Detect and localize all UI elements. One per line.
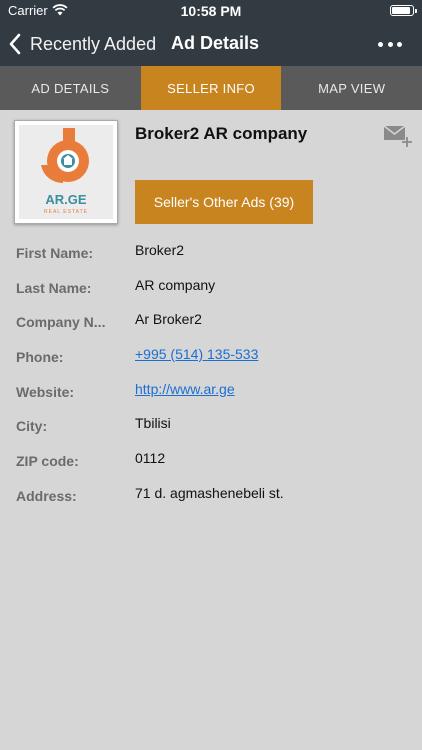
tab-seller-info[interactable]: SELLER INFO xyxy=(140,66,282,110)
field-zip-code: ZIP code: 0112 xyxy=(0,445,422,479)
dot-icon xyxy=(378,41,383,47)
logo-brand-text: AR.GE xyxy=(45,192,87,207)
logo-background: AR.GE REAL ESTATE xyxy=(19,125,113,219)
field-label: First Name: xyxy=(16,245,94,261)
field-city: City: Tbilisi xyxy=(0,410,422,444)
tab-label: MAP VIEW xyxy=(318,80,386,96)
more-options-button[interactable] xyxy=(378,34,402,54)
field-address: Address: 71 d. agmashenebeli st. xyxy=(0,480,422,514)
navigation-bar: Recently Added Ad Details xyxy=(0,24,422,64)
status-time: 10:58 PM xyxy=(180,3,242,19)
seller-logo-image: AR.GE REAL ESTATE xyxy=(41,128,89,215)
tab-label: AD DETAILS xyxy=(31,80,110,96)
tab-ad-details[interactable]: AD DETAILS xyxy=(0,66,141,110)
field-label: City: xyxy=(16,418,48,434)
back-label: Recently Added xyxy=(30,33,157,54)
field-value: 71 d. agmashenebeli st. xyxy=(135,485,284,501)
field-phone: Phone: +995 (514) 135-533 xyxy=(0,341,422,375)
mail-add-icon[interactable] xyxy=(383,124,413,148)
back-button[interactable]: Recently Added xyxy=(8,24,156,64)
page-title: Ad Details xyxy=(171,33,260,53)
seller-other-ads-button[interactable]: Seller's Other Ads (39) xyxy=(135,180,313,224)
field-value: 0112 xyxy=(135,450,166,466)
other-ads-label: Seller's Other Ads (39) xyxy=(153,194,295,210)
top-bar: Carrier 10:58 PM Recently Added Ad Detai… xyxy=(0,0,422,66)
dot-icon xyxy=(387,41,393,47)
website-link[interactable]: http://www.ar.ge xyxy=(135,381,235,397)
field-label: Phone: xyxy=(16,349,64,365)
field-value: Broker2 xyxy=(135,242,185,258)
phone-link[interactable]: +995 (514) 135-533 xyxy=(135,346,258,362)
field-value: Tbilisi xyxy=(135,415,171,431)
battery-icon xyxy=(390,5,417,16)
field-label: Company N... xyxy=(16,314,106,330)
tab-label: SELLER INFO xyxy=(167,80,255,96)
field-label: Last Name: xyxy=(16,280,92,296)
field-label: ZIP code: xyxy=(16,453,79,469)
field-first-name: First Name: Broker2 xyxy=(0,237,422,271)
tab-bar: AD DETAILS SELLER INFO MAP VIEW xyxy=(0,66,422,110)
seller-name: Broker2 AR company xyxy=(135,124,308,143)
field-website: Website: http://www.ar.ge xyxy=(0,376,422,410)
field-value: Ar Broker2 xyxy=(135,311,202,327)
dot-icon xyxy=(397,41,402,47)
status-bar: Carrier 10:58 PM xyxy=(0,0,422,22)
field-label: Address: xyxy=(16,488,77,504)
logo-tagline-text: REAL ESTATE xyxy=(44,209,88,215)
field-last-name: Last Name: AR company xyxy=(0,272,422,306)
field-company-name: Company N... Ar Broker2 xyxy=(0,306,422,340)
field-value: AR company xyxy=(135,277,216,293)
tab-map-view[interactable]: MAP VIEW xyxy=(281,66,422,110)
seller-logo: AR.GE REAL ESTATE xyxy=(14,120,118,224)
chevron-left-icon xyxy=(9,33,21,55)
field-label: Website: xyxy=(16,384,75,400)
